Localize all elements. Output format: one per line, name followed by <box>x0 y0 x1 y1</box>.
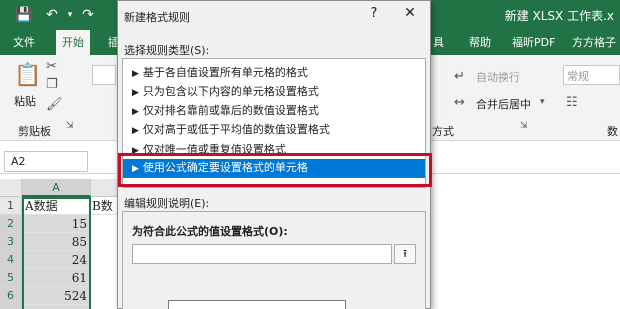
tab-help[interactable]: 帮助 <box>469 30 491 55</box>
format-preview <box>168 300 346 309</box>
merge-dropdown-icon[interactable]: ▾ <box>540 97 545 107</box>
triangle-right-icon: ▶ <box>132 146 139 154</box>
rule-type-item[interactable]: ▶ 仅对高于或低于平均值的数值设置格式 <box>123 121 425 139</box>
row-header[interactable]: 4 <box>0 251 22 269</box>
triangle-right-icon: ▶ <box>132 164 139 174</box>
wrap-text-button[interactable]: 自动换行 <box>476 69 520 85</box>
alignment-launcher-icon[interactable]: ⇲ <box>520 121 528 131</box>
triangle-right-icon: ▶ <box>132 69 139 79</box>
row-header[interactable]: 7 <box>0 305 22 309</box>
column-header-a[interactable]: A <box>22 179 91 197</box>
rule-type-list[interactable]: ▶ 基于各自值设置所有单元格的格式 ▶ 只为包含以下内容的单元格设置格式 ▶ 仅对排名… <box>122 58 426 188</box>
dialog-launcher-icon[interactable]: ⇲ <box>66 121 74 131</box>
paste-label[interactable]: 粘贴 <box>14 93 36 109</box>
name-box[interactable]: A2 <box>4 151 88 172</box>
cell-a5[interactable]: 61 <box>22 269 91 287</box>
rule-type-item[interactable]: ▶ 只为包含以下内容的单元格设置格式 <box>123 83 425 101</box>
rule-type-label: 选择规则类型(S): <box>124 44 210 57</box>
number-group-label: 数 <box>607 125 618 138</box>
triangle-right-icon: ▶ <box>132 107 139 117</box>
rule-type-item[interactable]: ▶ 仅对唯一值或重复值设置格式 <box>123 140 425 154</box>
rule-type-item[interactable]: ▶ 基于各自值设置所有单元格的格式 <box>123 64 425 82</box>
range-select-icon: ⭱ <box>403 247 407 260</box>
tab-foxit-pdf[interactable]: 福昕PDF <box>512 30 555 55</box>
name-box-value: A2 <box>11 155 26 168</box>
triangle-right-icon: ▶ <box>132 126 139 136</box>
font-combo-fragment[interactable] <box>92 65 116 85</box>
row-header[interactable]: 5 <box>0 269 22 287</box>
edit-description-label: 编辑规则说明(E): <box>124 197 210 210</box>
undo-dropdown-icon[interactable]: ▾ <box>60 5 80 25</box>
collapse-dialog-button[interactable]: ⭱ <box>394 244 416 264</box>
cell-a7[interactable]: 11 <box>22 305 91 309</box>
save-icon[interactable]: 💾 <box>14 5 34 25</box>
row-header[interactable]: 6 <box>0 287 22 305</box>
cell-a1[interactable]: A数据 <box>22 197 91 215</box>
cell-a4[interactable]: 24 <box>22 251 91 269</box>
clipboard-group-label: 剪贴板 <box>18 125 51 138</box>
window-title: 新建 XLSX 工作表.x <box>504 9 614 23</box>
currency-icon[interactable]: ☷ <box>566 95 578 110</box>
undo-icon[interactable]: ↶ <box>42 5 62 25</box>
close-button[interactable]: ✕ <box>401 5 419 25</box>
number-format-combo[interactable]: 常规 <box>563 65 620 85</box>
paste-icon[interactable]: 📋 <box>14 63 41 88</box>
help-button[interactable]: ? <box>366 6 382 24</box>
tab-home[interactable]: 开始 <box>56 30 90 55</box>
cell-a2[interactable]: 15 <box>22 215 91 233</box>
tab-tools[interactable]: 具 <box>433 30 444 55</box>
dialog-title: 新建格式规则 <box>124 11 190 24</box>
formula-input[interactable] <box>132 244 392 264</box>
rule-type-item-selected[interactable]: ▶ 使用公式确定要设置格式的单元格 <box>123 159 425 178</box>
new-formatting-rule-dialog: 新建格式规则 ? ✕ 选择规则类型(S): ▶ 基于各自值设置所有单元格的格式 ▶… <box>117 0 432 309</box>
merge-center-button[interactable]: 合并后居中 <box>476 96 531 112</box>
row-header[interactable]: 3 <box>0 233 22 251</box>
rule-type-item[interactable]: ▶ 仅对排名靠前或靠后的数值设置格式 <box>123 102 425 120</box>
alignment-group-label: 方式 <box>432 125 454 138</box>
tab-fangfang-gezi[interactable]: 方方格子 <box>572 30 616 55</box>
merge-center-icon[interactable]: ↔ <box>454 95 465 110</box>
cell-a6[interactable]: 524 <box>22 287 91 305</box>
copy-icon[interactable]: ❐ <box>46 77 58 92</box>
select-all-corner[interactable] <box>0 179 22 197</box>
redo-icon[interactable]: ↷ <box>78 5 98 25</box>
number-format-value: 常规 <box>567 70 589 83</box>
tab-file[interactable]: 文件 <box>13 30 35 55</box>
rule-description-panel: 为符合此公式的值设置格式(O): ⭱ <box>122 211 426 309</box>
format-painter-icon[interactable]: 🖌 <box>46 97 63 112</box>
row-header[interactable]: 1 <box>0 197 22 215</box>
formula-label: 为符合此公式的值设置格式(O): <box>132 225 288 238</box>
triangle-right-icon: ▶ <box>132 88 139 98</box>
cut-icon[interactable]: ✂ <box>46 59 57 74</box>
wrap-text-icon[interactable]: ↵ <box>454 69 465 84</box>
cell-a3[interactable]: 85 <box>22 233 91 251</box>
row-header[interactable]: 2 <box>0 215 22 233</box>
